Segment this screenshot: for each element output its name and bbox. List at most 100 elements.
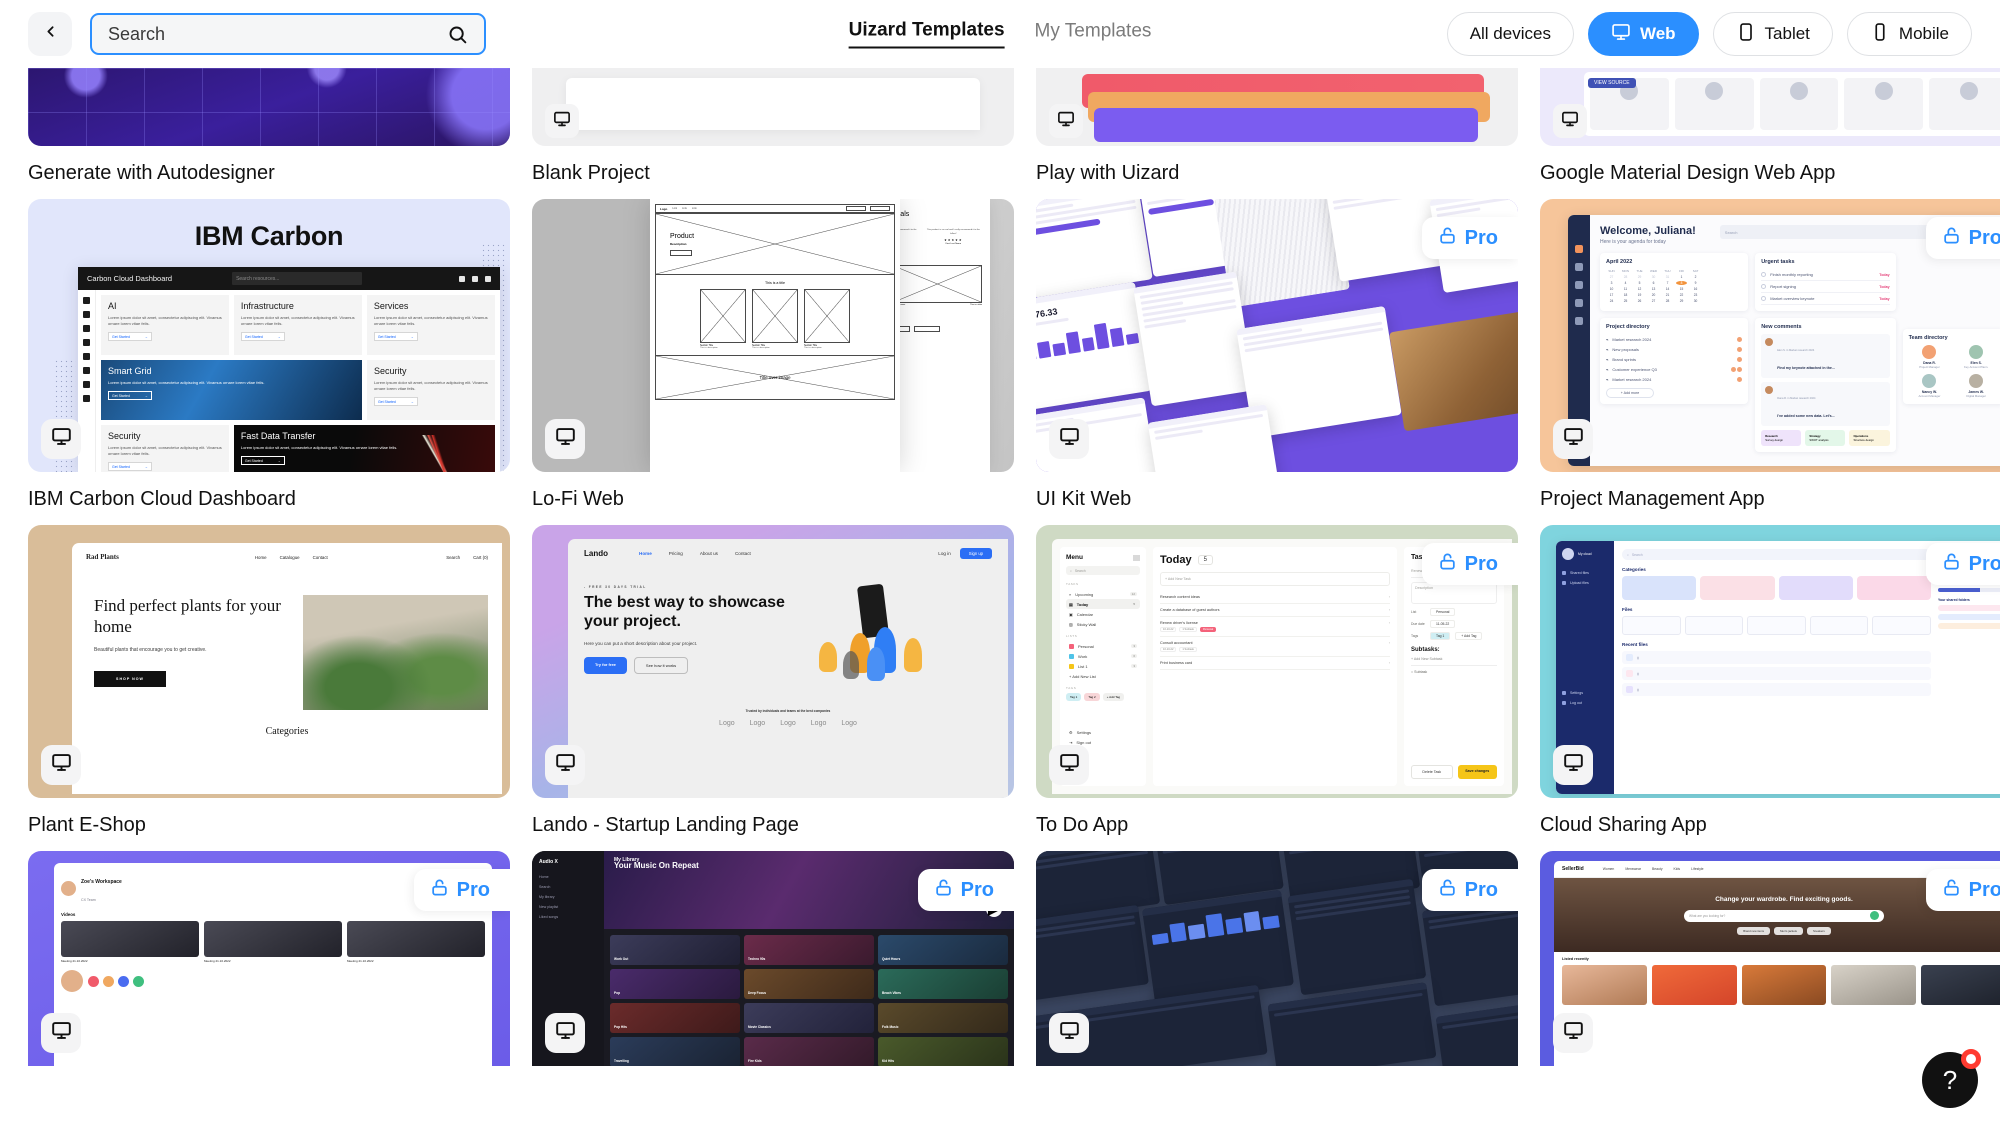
- pro-badge[interactable]: Pro: [1925, 217, 2000, 259]
- lando-try-button[interactable]: Try for free: [584, 656, 627, 674]
- thumbnail[interactable]: Audio X Home Search My library New playl…: [532, 851, 1014, 1066]
- thumbnail[interactable]: Pro: [1036, 851, 1518, 1066]
- pro-badge[interactable]: Pro: [413, 869, 510, 911]
- cloud-nav-item[interactable]: Upload files: [1570, 581, 1589, 585]
- thumbnail[interactable]: Testimonials People love this! This prod…: [532, 199, 1014, 472]
- filter-mobile[interactable]: Mobile: [1846, 12, 1972, 56]
- search-field[interactable]: [90, 13, 486, 55]
- template-card-play[interactable]: Play with Uizard: [1036, 68, 1518, 185]
- thumbnail[interactable]: [532, 68, 1014, 146]
- todo-tag[interactable]: Tag 1: [1066, 693, 1082, 701]
- pro-badge[interactable]: Pro: [1925, 869, 2000, 911]
- seller-nav-item[interactable]: Beauty: [1652, 867, 1663, 871]
- todo-add-tag[interactable]: + Add Tag: [1102, 693, 1125, 701]
- pro-badge[interactable]: Pro: [1421, 543, 1518, 585]
- audio-tile[interactable]: Pop Hits: [614, 1025, 627, 1029]
- template-card-ui-kit[interactable]: $9,876.33 Pro UI Kit Web: [1036, 199, 1518, 511]
- seller-chip[interactable]: Brand new items: [1737, 926, 1771, 935]
- seller-nav-item[interactable]: Kids: [1674, 867, 1681, 871]
- thumbnail[interactable]: Rad Plants Home Catalogue Contact Search…: [28, 525, 510, 798]
- seller-nav-item[interactable]: Women: [1603, 867, 1615, 871]
- template-card-plant-eshop[interactable]: Rad Plants Home Catalogue Contact Search…: [28, 525, 510, 837]
- template-card-sellerbid[interactable]: SellerBid Women Menswear Beauty Kids Lif…: [1540, 851, 2000, 1066]
- seller-nav-item[interactable]: Menswear: [1625, 867, 1641, 871]
- thumbnail[interactable]: SellerBid Women Menswear Beauty Kids Lif…: [1540, 851, 2000, 1066]
- seller-nav-item[interactable]: Lifestyle: [1691, 867, 1703, 871]
- seller-chip[interactable]: Sneakers: [1806, 926, 1831, 935]
- filter-tablet[interactable]: Tablet: [1712, 12, 1833, 56]
- template-card-project-management[interactable]: Welcome, Juliana! Here is your agenda fo…: [1540, 199, 2000, 511]
- filter-all-devices[interactable]: All devices: [1446, 12, 1574, 56]
- todo-task-item[interactable]: ▤ Today 5: [1066, 599, 1140, 609]
- pro-badge[interactable]: Pro: [917, 869, 1014, 911]
- audio-tile[interactable]: Fire Kids: [748, 1059, 762, 1063]
- todo-due-val[interactable]: 11-05-22: [1430, 620, 1456, 628]
- thumbnail[interactable]: $9,876.33 Pro: [1036, 199, 1518, 472]
- thumbnail[interactable]: [1036, 68, 1518, 146]
- audio-nav-item[interactable]: Home: [539, 872, 597, 882]
- todo-list-val[interactable]: Personal: [1430, 608, 1456, 616]
- seller-chip[interactable]: Men's jackets: [1774, 926, 1803, 935]
- audio-nav-item[interactable]: Search: [539, 882, 597, 892]
- plant-cta[interactable]: SHOP NOW: [94, 671, 166, 687]
- filter-web[interactable]: Web: [1587, 12, 1699, 56]
- search-input[interactable]: [108, 23, 447, 45]
- cloud-settings[interactable]: Settings: [1570, 691, 1583, 695]
- thumbnail[interactable]: VIEW SOURCE: [1540, 68, 2000, 146]
- pm-add-more[interactable]: + Add more: [1606, 388, 1654, 398]
- thumbnail[interactable]: Lando Home Pricing About us Contact Log …: [532, 525, 1014, 798]
- template-card-todo[interactable]: Menu ⌕ Search TASKS » Upcoming 12 ▤ Today…: [1036, 525, 1518, 837]
- thumbnail[interactable]: Zoe's Workspace CX Team New Video Videos…: [28, 851, 510, 1066]
- todo-add-subtask[interactable]: + Add New Subtask: [1411, 653, 1497, 666]
- template-card-ibm-carbon[interactable]: IBM Carbon Carbon Cloud Dashboard Search…: [28, 199, 510, 511]
- thumbnail[interactable]: [28, 68, 510, 146]
- audio-tile[interactable]: Folk Music: [882, 1025, 898, 1029]
- thumbnail[interactable]: Menu ⌕ Search TASKS » Upcoming 12 ▤ Today…: [1036, 525, 1518, 798]
- todo-tag-val[interactable]: Tag 1: [1430, 632, 1451, 640]
- todo-task-item[interactable]: » Upcoming 12: [1066, 589, 1140, 599]
- todo-tag-add[interactable]: + Add Tag: [1455, 632, 1483, 640]
- audio-tile[interactable]: Deep Focus: [748, 991, 766, 995]
- audio-tile[interactable]: Quiet Hours: [882, 957, 900, 961]
- template-card-cx-workspace[interactable]: Zoe's Workspace CX Team New Video Videos…: [28, 851, 510, 1066]
- template-card-cloud-sharing[interactable]: My cloud Shared files Upload files Setti…: [1540, 525, 2000, 837]
- pro-badge[interactable]: Pro: [1925, 543, 2000, 585]
- audio-tile[interactable]: Techno 90s: [748, 957, 765, 961]
- pro-badge[interactable]: Pro: [1421, 217, 1518, 259]
- template-card-audio-x[interactable]: Audio X Home Search My library New playl…: [532, 851, 1014, 1066]
- todo-add-list[interactable]: + Add New List: [1066, 671, 1140, 681]
- cloud-logout[interactable]: Log out: [1570, 701, 1582, 705]
- tab-uizard-templates[interactable]: Uizard Templates: [848, 20, 1005, 49]
- seller-search[interactable]: What are you looking for?: [1689, 914, 1725, 918]
- todo-list-item[interactable]: Work 6: [1066, 651, 1140, 661]
- thumbnail[interactable]: My cloud Shared files Upload files Setti…: [1540, 525, 2000, 798]
- todo-delete-button[interactable]: Delete Task: [1411, 765, 1453, 779]
- audio-tile[interactable]: Work Out: [614, 957, 628, 961]
- thumbnail[interactable]: Welcome, Juliana! Here is your agenda fo…: [1540, 199, 2000, 472]
- pro-badge[interactable]: Pro: [1421, 869, 1518, 911]
- template-card-blank[interactable]: Blank Project: [532, 68, 1014, 185]
- todo-list-item[interactable]: List 1 3: [1066, 661, 1140, 671]
- tab-my-templates[interactable]: My Templates: [1035, 21, 1152, 48]
- template-card-lando[interactable]: Lando Home Pricing About us Contact Log …: [532, 525, 1014, 837]
- help-button[interactable]: ?: [1922, 1049, 1981, 1108]
- audio-nav-item[interactable]: New playlist: [539, 902, 597, 912]
- cloud-nav-item[interactable]: Shared files: [1570, 571, 1589, 575]
- thumbnail[interactable]: IBM Carbon Carbon Cloud Dashboard Search…: [28, 199, 510, 472]
- audio-tile[interactable]: Beach Vibes: [882, 991, 901, 995]
- audio-tile[interactable]: Movie Classics: [748, 1025, 771, 1029]
- template-card-material[interactable]: VIEW SOURCE Google Material Design Web A…: [1540, 68, 2000, 185]
- todo-task-item[interactable]: ▣ Calendar: [1066, 609, 1140, 619]
- back-button[interactable]: [28, 12, 72, 56]
- template-card-lofi[interactable]: Testimonials People love this! This prod…: [532, 199, 1014, 511]
- audio-tile[interactable]: Travelling: [614, 1059, 629, 1063]
- audio-nav-item[interactable]: My library: [539, 892, 597, 902]
- todo-new-task[interactable]: + Add New Task: [1160, 572, 1390, 586]
- lando-how-button[interactable]: See how it works: [633, 656, 689, 674]
- todo-tag[interactable]: Tag 2: [1084, 693, 1100, 701]
- todo-settings[interactable]: ⚙ Settings: [1066, 727, 1140, 737]
- todo-task-item[interactable]: ▨ Sticky Wall: [1066, 619, 1140, 629]
- todo-list-item[interactable]: Personal 3: [1066, 641, 1140, 651]
- template-card-autodesigner[interactable]: Generate with Autodesigner: [28, 68, 510, 185]
- audio-nav-item[interactable]: Liked songs: [539, 912, 597, 922]
